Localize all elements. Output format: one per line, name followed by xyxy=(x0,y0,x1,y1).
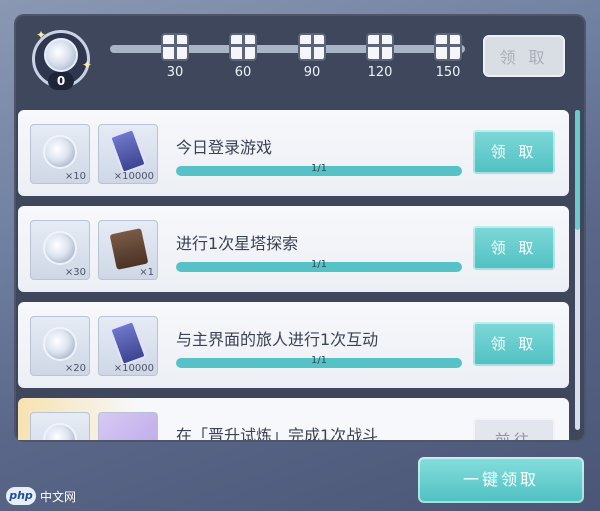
gift-box-icon xyxy=(229,33,257,61)
silver-coin-icon xyxy=(43,231,77,265)
php-logo: php xyxy=(6,487,36,505)
ticket-icon xyxy=(108,319,148,367)
scrollbar-thumb[interactable] xyxy=(575,110,580,230)
task-progress-bar: 1/1 xyxy=(176,355,462,368)
task-card: 在「晋升试炼」完成1次战斗 前往 xyxy=(18,398,569,440)
reward-quantity: ×20 xyxy=(64,363,86,374)
task-title: 在「晋升试炼」完成1次战斗 xyxy=(176,426,379,440)
silver-coin-icon xyxy=(44,38,78,72)
task-list-scrollbar[interactable] xyxy=(575,110,580,430)
milestone-claim-button[interactable]: 领 取 xyxy=(483,35,565,77)
gift-box-icon xyxy=(366,33,394,61)
milestone-60[interactable]: 60 xyxy=(223,33,263,80)
milestone-label: 150 xyxy=(435,65,461,80)
reward-slot[interactable] xyxy=(98,412,158,440)
task-title: 今日登录游戏 xyxy=(176,138,273,157)
site-watermark: php 中文网 xyxy=(6,485,76,507)
milestone-150[interactable]: 150 xyxy=(428,33,468,80)
task-title: 进行1次星塔探索 xyxy=(176,234,299,253)
milestone-30[interactable]: 30 xyxy=(155,33,195,80)
gift-box-icon xyxy=(434,33,462,61)
silver-coin-icon xyxy=(43,135,77,169)
reward-slot[interactable]: ×10000 xyxy=(98,316,158,376)
reward-slot[interactable]: ×10 xyxy=(30,124,90,184)
silver-coin-icon xyxy=(43,423,77,440)
ticket-icon xyxy=(108,127,148,175)
task-progress-text: 1/1 xyxy=(310,259,328,270)
book-icon xyxy=(109,228,149,270)
reward-quantity: ×10 xyxy=(64,171,86,182)
silver-coin-icon xyxy=(43,327,77,361)
milestone-label: 90 xyxy=(303,65,321,80)
task-progress-bar: 1/1 xyxy=(176,259,462,272)
reward-quantity: ×10000 xyxy=(113,363,154,374)
activity-points-value: 0 xyxy=(48,72,74,90)
sparkle-icon: ✦ xyxy=(36,28,47,42)
milestone-label: 30 xyxy=(166,65,184,80)
reward-slot[interactable] xyxy=(30,412,90,440)
task-claim-button[interactable]: 领 取 xyxy=(473,226,555,270)
activity-progress-header: ✦ ✦ 0 30 60 90 120 150 领 取 xyxy=(0,0,600,100)
reward-slot[interactable]: ×20 xyxy=(30,316,90,376)
reward-slot[interactable]: ×30 xyxy=(30,220,90,280)
reward-slot[interactable]: ×1 xyxy=(98,220,158,280)
gift-box-icon xyxy=(161,33,189,61)
task-claim-button[interactable]: 领 取 xyxy=(473,130,555,174)
task-claim-button[interactable]: 领 取 xyxy=(473,322,555,366)
task-progress-bar: 1/1 xyxy=(176,163,462,176)
task-goto-button[interactable]: 前往 xyxy=(473,418,555,440)
task-progress-text: 1/1 xyxy=(310,355,328,366)
task-list[interactable]: ×10 ×10000 今日登录游戏 1/1 领 取 ×30 ×1 进行1次星塔探… xyxy=(18,110,569,440)
task-card: ×10 ×10000 今日登录游戏 1/1 领 取 xyxy=(18,110,569,196)
task-progress-text: 1/1 xyxy=(310,163,328,174)
claim-all-button[interactable]: 一键领取 xyxy=(418,457,584,503)
task-title: 与主界面的旅人进行1次互动 xyxy=(176,330,379,349)
task-card: ×30 ×1 进行1次星塔探索 1/1 领 取 xyxy=(18,206,569,292)
sparkle-icon: ✦ xyxy=(82,58,93,72)
reward-quantity: ×10000 xyxy=(113,171,154,182)
milestone-90[interactable]: 90 xyxy=(292,33,332,80)
reward-slot[interactable]: ×10000 xyxy=(98,124,158,184)
milestone-label: 120 xyxy=(367,65,393,80)
reward-quantity: ×30 xyxy=(64,267,86,278)
gift-box-icon xyxy=(298,33,326,61)
task-card: ×20 ×10000 与主界面的旅人进行1次互动 1/1 领 取 xyxy=(18,302,569,388)
reward-quantity: ×1 xyxy=(139,267,154,278)
milestone-label: 60 xyxy=(234,65,252,80)
milestone-120[interactable]: 120 xyxy=(360,33,400,80)
watermark-text: 中文网 xyxy=(40,489,77,504)
